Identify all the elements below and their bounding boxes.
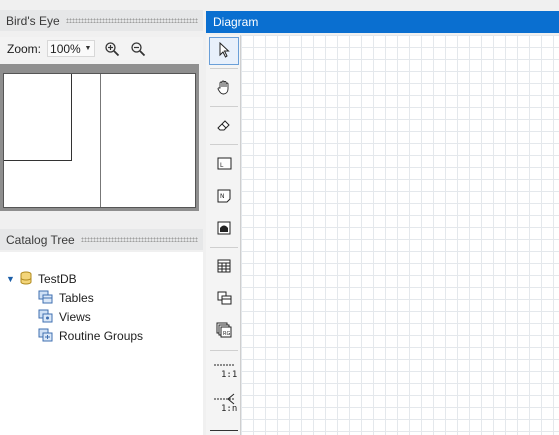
tree-item-label: Tables: [59, 291, 94, 305]
relation-one-to-one-label: 1:1: [221, 370, 238, 380]
tree-item-label: Routine Groups: [59, 329, 144, 343]
relation-one-to-many-button[interactable]: 1:n: [209, 389, 239, 417]
cursor-arrow-icon: [217, 41, 231, 61]
view-group-icon: [38, 309, 53, 326]
hand-pan-icon: [216, 79, 232, 98]
layer-tool-button[interactable]: L: [209, 151, 239, 179]
overview-canvas[interactable]: [3, 73, 196, 208]
zoom-value: 100%: [50, 41, 81, 56]
diagram-toolbox: L N RG 1:1 1:n: [206, 35, 241, 435]
expand-arrow-icon[interactable]: ▼: [6, 274, 16, 284]
tree-item-views[interactable]: Views: [38, 308, 91, 326]
table-tool-button[interactable]: [209, 253, 239, 281]
tree-item-label: TestDB: [38, 272, 77, 286]
note-tool-button[interactable]: N: [209, 183, 239, 211]
svg-text:N: N: [220, 193, 225, 200]
toolbox-separator: [210, 247, 238, 248]
zoom-out-icon[interactable]: [129, 40, 147, 58]
catalog-tree-title: Catalog Tree: [6, 232, 75, 247]
table-group-icon: [38, 290, 53, 307]
diagram-canvas[interactable]: [241, 35, 559, 435]
image-icon: [217, 221, 231, 238]
note-icon: N: [217, 189, 231, 206]
catalog-tree-header: Catalog Tree: [0, 229, 203, 250]
database-icon: [20, 271, 32, 288]
toolbox-separator: [210, 106, 238, 107]
panel-grip[interactable]: [65, 18, 198, 23]
zoom-in-icon[interactable]: [103, 40, 121, 58]
chevron-down-icon[interactable]: ▼: [82, 45, 94, 52]
panel-grip[interactable]: [80, 237, 198, 242]
toolbox-separator: [210, 144, 238, 145]
view-tool-button[interactable]: [209, 285, 239, 313]
routine-group-icon: RG: [216, 322, 232, 341]
table-icon: [217, 259, 231, 276]
hand-tool-button[interactable]: [209, 74, 239, 102]
zoom-bar: Zoom: 100% ▼: [0, 37, 203, 60]
tree-item-routine-groups[interactable]: Routine Groups: [38, 327, 143, 345]
relation-one-to-one-button[interactable]: 1:1: [209, 357, 239, 385]
diagram-tab[interactable]: Diagram: [206, 11, 559, 33]
eraser-icon: [216, 118, 232, 135]
diagram-title: Diagram: [213, 15, 259, 29]
birds-eye-header: Bird's Eye: [0, 10, 203, 31]
toolbox-separator: [210, 350, 238, 351]
view-icon: [217, 291, 232, 308]
toolbox-separator: [210, 68, 238, 69]
relation-one-to-many-label: 1:n: [221, 404, 238, 414]
birds-eye-title: Bird's Eye: [6, 13, 60, 28]
svg-text:RG: RG: [223, 331, 230, 337]
birds-eye-overview: [0, 64, 199, 211]
eraser-tool-button[interactable]: [209, 112, 239, 140]
catalog-tree: ▼ TestDB Tables Views Routine Groups: [0, 252, 203, 435]
zoom-label: Zoom:: [7, 41, 42, 56]
image-tool-button[interactable]: [209, 215, 239, 243]
pointer-tool-button[interactable]: [209, 37, 239, 65]
zoom-select[interactable]: 100% ▼: [47, 40, 96, 57]
routine-group-tool-button[interactable]: RG: [209, 317, 239, 345]
tree-item-database[interactable]: ▼ TestDB: [6, 270, 77, 288]
routine-group-icon: [38, 328, 53, 345]
overview-page-divider: [100, 74, 101, 207]
tree-item-tables[interactable]: Tables: [38, 289, 94, 307]
overview-viewport-rect[interactable]: [4, 74, 72, 161]
layer-icon: L: [217, 157, 232, 173]
tree-item-label: Views: [59, 310, 91, 324]
toolbox-separator: [210, 430, 238, 431]
